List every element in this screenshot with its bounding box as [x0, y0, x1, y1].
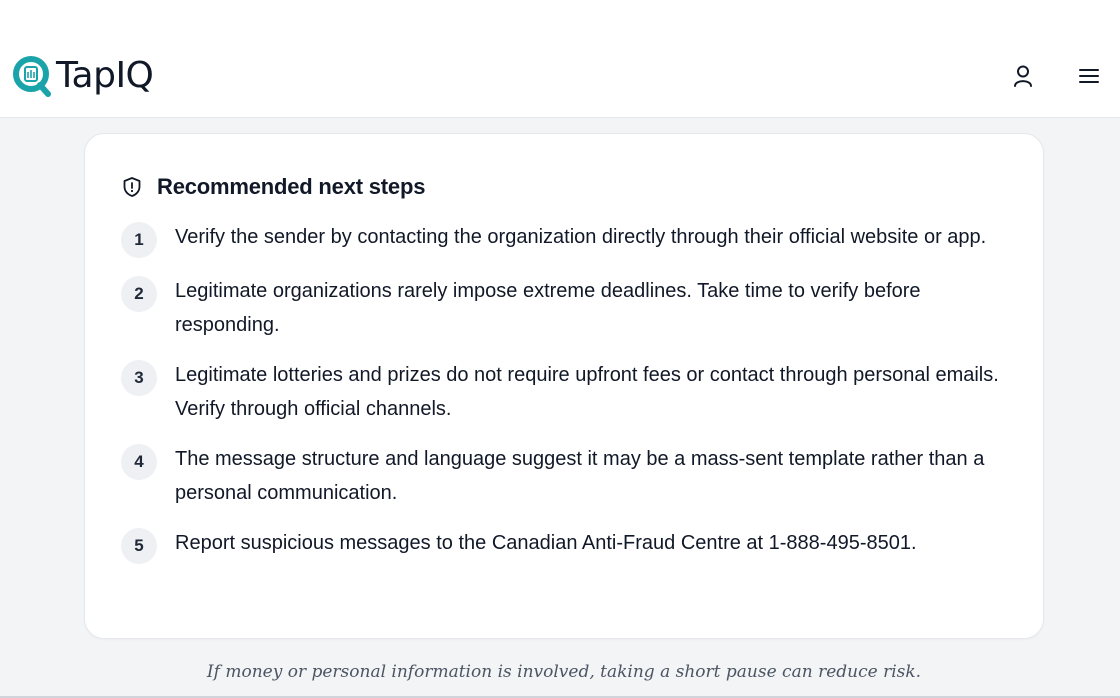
steps-list: 1 Verify the sender by contacting the or… [121, 222, 1011, 582]
step-text: Legitimate lotteries and prizes do not r… [175, 364, 999, 420]
card-title: Recommended next steps [157, 174, 426, 199]
step-number-badge: 5 [121, 528, 157, 564]
step-text: Verify the sender by contacting the orga… [175, 226, 987, 248]
shield-alert-icon [123, 177, 141, 197]
magnifier-logo-icon [13, 56, 51, 97]
step-item: 2 Legitimate organizations rarely impose… [121, 276, 1011, 342]
brand-name: TapIQ [56, 55, 154, 96]
step-number-badge: 1 [121, 222, 157, 258]
step-number-badge: 3 [121, 360, 157, 396]
safety-footnote: If money or personal information is invo… [206, 662, 922, 682]
step-text: The message structure and language sugge… [175, 448, 985, 504]
step-item: 5 Report suspicious messages to the Cana… [121, 528, 1011, 564]
step-item: 3 Legitimate lotteries and prizes do not… [121, 360, 1011, 426]
step-number-badge: 4 [121, 444, 157, 480]
step-text: Legitimate organizations rarely impose e… [175, 280, 921, 336]
step-item: 1 Verify the sender by contacting the or… [121, 222, 1011, 258]
app-header: TapIQ [0, 0, 1120, 118]
next-steps-card: Recommended next steps 1 Verify the send… [84, 133, 1044, 639]
user-icon [1014, 65, 1032, 87]
menu-button[interactable] [1074, 60, 1104, 92]
step-item: 4 The message structure and language sug… [121, 444, 1011, 510]
hamburger-menu-icon [1079, 69, 1099, 83]
account-button[interactable] [1008, 60, 1038, 92]
card-header: Recommended next steps [121, 174, 425, 200]
step-text: Report suspicious messages to the Canadi… [175, 532, 917, 554]
brand-logo[interactable]: TapIQ [12, 54, 154, 98]
step-number-badge: 2 [121, 276, 157, 312]
